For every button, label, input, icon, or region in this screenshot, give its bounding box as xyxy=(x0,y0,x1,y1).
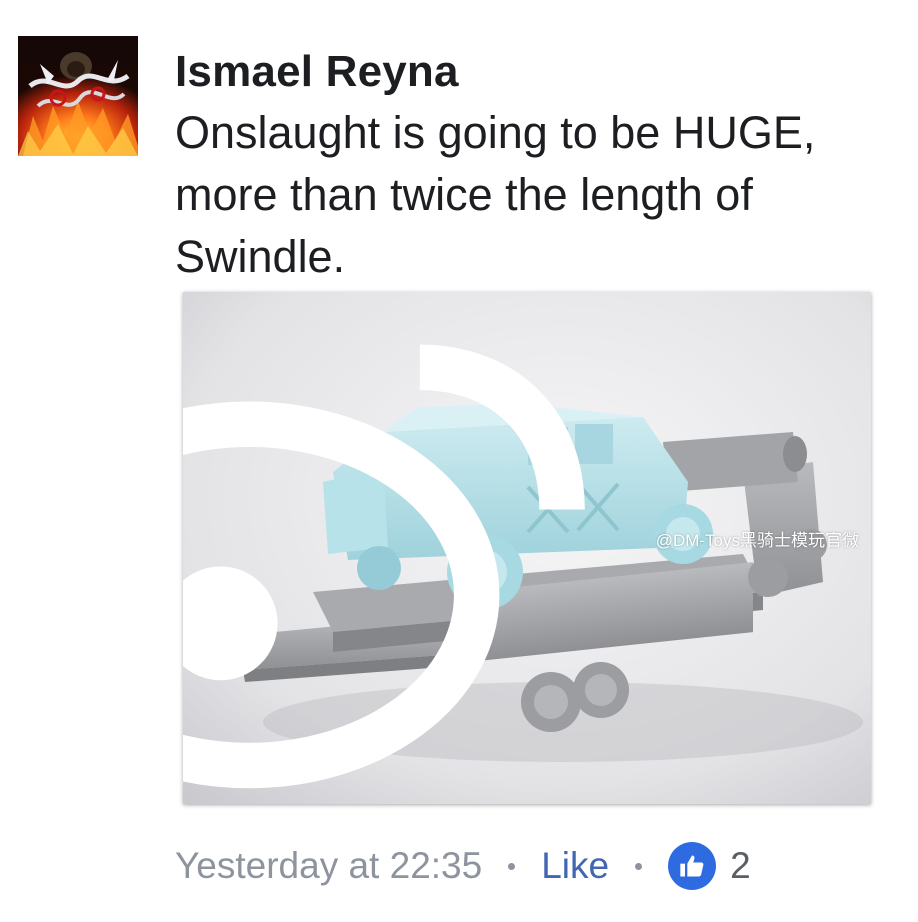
separator-dot xyxy=(635,862,643,870)
watermark-text: @DM-Toys黑骑士模玩官微 xyxy=(655,530,859,550)
weibo-icon xyxy=(183,344,585,789)
separator-dot xyxy=(508,862,516,870)
post-timestamp[interactable]: Yesterday at 22:35 xyxy=(175,845,482,887)
author-avatar[interactable] xyxy=(18,36,138,156)
avatar-image xyxy=(18,36,138,156)
post-footer: Yesterday at 22:35 Like 2 xyxy=(175,838,751,894)
photo-watermark: @DM-Toys黑骑士模玩官微 xyxy=(183,292,859,794)
like-button[interactable]: Like xyxy=(541,845,609,887)
like-count[interactable]: 2 xyxy=(730,845,751,887)
thumbs-up-icon[interactable] xyxy=(668,842,717,890)
author-name[interactable]: Ismael Reyna xyxy=(175,44,459,100)
post-message: Onslaught is going to be HUGE, more than… xyxy=(175,107,816,282)
post-photo[interactable]: @DM-Toys黑骑士模玩官微 xyxy=(183,292,871,804)
